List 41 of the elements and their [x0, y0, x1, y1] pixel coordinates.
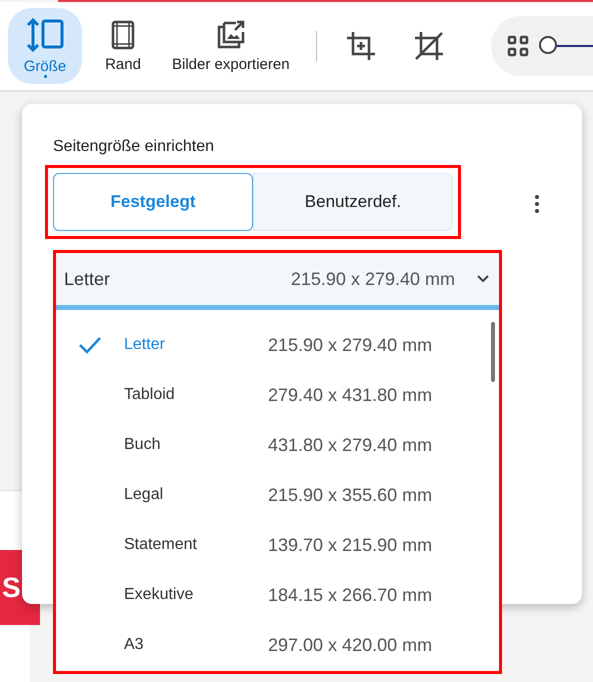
- selected-size-name: Letter: [64, 268, 112, 290]
- slider-thumb[interactable]: [539, 36, 557, 54]
- option-name: Letter: [124, 336, 166, 354]
- option-dimensions: 279.40 x 431.80 mm: [268, 384, 432, 406]
- mode-tab[interactable]: Benutzerdef.: [253, 173, 453, 231]
- size-option[interactable]: Tabloid 279.40 x 431.80 mm: [56, 370, 499, 420]
- size-option[interactable]: Buch 431.80 x 279.40 mm: [56, 420, 499, 470]
- option-name: A3: [124, 636, 145, 654]
- option-dimensions: 184.15 x 266.70 mm: [268, 584, 432, 606]
- toolbar-tool-button[interactable]: Größe: [8, 8, 82, 84]
- option-dimensions: 139.70 x 215.90 mm: [268, 534, 432, 556]
- scrollbar: [491, 322, 495, 382]
- check-icon: [78, 336, 102, 354]
- option-name: Buch: [124, 436, 162, 454]
- size-option[interactable]: Letter 215.90 x 279.40 mm: [56, 320, 499, 370]
- height-arrow-icon: [25, 18, 65, 52]
- option-dimensions: 215.90 x 279.40 mm: [268, 334, 432, 356]
- more-options-icon[interactable]: [534, 194, 540, 214]
- page-margin-icon: [111, 20, 135, 50]
- option-dimensions: 297.00 x 420.00 mm: [268, 634, 432, 656]
- option-name: Statement: [124, 536, 198, 554]
- image-export-icon: [216, 20, 246, 50]
- mode-tab[interactable]: Festgelegt: [53, 173, 253, 231]
- grid-icon: [507, 35, 529, 57]
- popup-title: Seitengröße einrichten: [53, 138, 214, 156]
- option-dimensions: 215.90 x 355.60 mm: [268, 484, 432, 506]
- active-dot: [44, 75, 46, 78]
- toolbar-tool-button[interactable]: Bilder exportieren: [164, 8, 298, 84]
- size-option[interactable]: Legal 215.90 x 355.60 mm: [56, 470, 499, 520]
- option-name: Legal: [124, 486, 164, 504]
- size-option[interactable]: Statement 139.70 x 215.90 mm: [56, 520, 499, 570]
- option-name: Exekutive: [124, 586, 194, 604]
- crop-off-icon: [414, 31, 444, 61]
- crop-add-icon: [346, 31, 376, 61]
- option-name: Tabloid: [124, 386, 176, 404]
- option-dimensions: 431.80 x 279.40 mm: [268, 434, 432, 456]
- size-option[interactable]: A3 297.00 x 420.00 mm: [56, 620, 499, 670]
- dropdown-header[interactable]: Letter 215.90 x 279.40 mm: [56, 253, 499, 310]
- size-option[interactable]: Exekutive 184.15 x 266.70 mm: [56, 570, 499, 620]
- selected-size-dimensions: 215.90 x 279.40 mm: [290, 268, 455, 290]
- toolbar-tool-button[interactable]: Rand: [86, 8, 160, 84]
